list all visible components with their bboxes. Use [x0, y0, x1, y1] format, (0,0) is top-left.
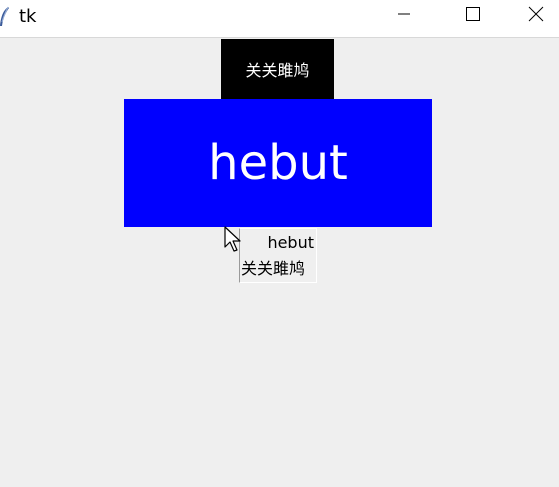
feather-icon	[0, 6, 10, 28]
title-bar[interactable]: tk	[0, 0, 559, 38]
tk-window: tk 关关雎鸠 hebut hebut 关关雎鸠	[0, 0, 559, 487]
poem-label: 关关雎鸠	[221, 39, 334, 99]
minimize-icon	[396, 6, 412, 26]
window-content: 关关雎鸠 hebut hebut 关关雎鸠	[0, 38, 559, 487]
hebut-button[interactable]: hebut	[124, 99, 432, 227]
close-button[interactable]	[513, 0, 559, 32]
hebut-button-label: hebut	[208, 135, 348, 191]
text-line-hebut: hebut	[267, 233, 314, 252]
close-icon	[528, 6, 544, 26]
mouse-cursor-icon	[224, 226, 244, 256]
maximize-button[interactable]	[450, 0, 496, 32]
text-widget[interactable]: hebut 关关雎鸠	[239, 228, 317, 283]
text-line-poem: 关关雎鸠	[241, 259, 306, 278]
minimize-button[interactable]	[381, 0, 427, 32]
window-title: tk	[19, 6, 37, 27]
maximize-icon	[465, 6, 481, 26]
poem-label-text: 关关雎鸠	[245, 61, 310, 80]
